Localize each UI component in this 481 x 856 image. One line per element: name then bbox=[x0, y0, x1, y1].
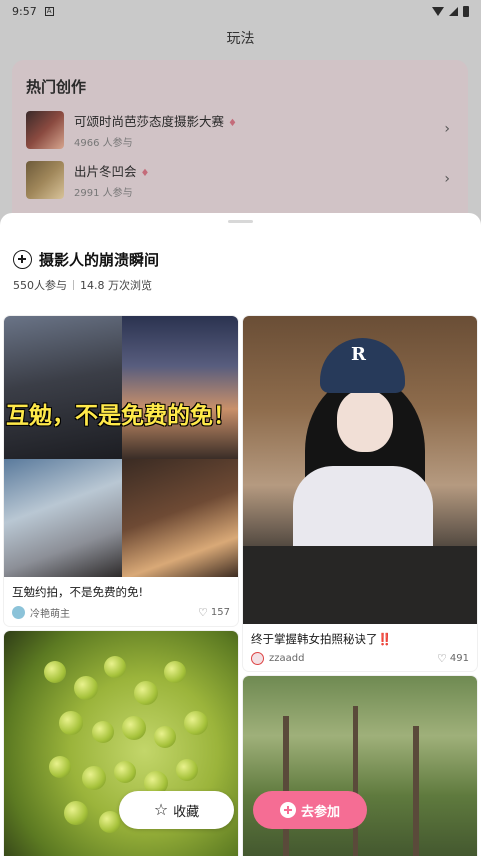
favorite-button[interactable]: ☆ 收藏 bbox=[119, 791, 234, 829]
like-button[interactable]: ♡ 157 bbox=[198, 606, 230, 619]
post-grid: 互勉，不是免费的免！ 互勉约拍，不是免费的免! 冷艳萌主 ♡ 157 R 终于掌… bbox=[4, 316, 477, 856]
wifi-icon bbox=[432, 6, 444, 16]
add-circle-icon bbox=[13, 250, 32, 269]
hot-item-thumbnail bbox=[26, 161, 64, 199]
topic-title: 摄影人的崩溃瞬间 bbox=[39, 251, 160, 269]
post-image: 互勉，不是免费的免！ bbox=[4, 316, 238, 577]
post-image bbox=[243, 676, 477, 856]
join-button[interactable]: 去参加 bbox=[253, 791, 367, 829]
notification-icon: A bbox=[44, 6, 54, 16]
heart-icon: ♡ bbox=[437, 652, 447, 665]
hot-item-count: 2991 人参与 bbox=[74, 188, 133, 199]
post-image: R bbox=[243, 316, 477, 624]
like-count: 491 bbox=[449, 653, 469, 664]
divider bbox=[73, 280, 74, 290]
topic-stats: 550人参与 14.8 万次浏览 bbox=[13, 277, 152, 293]
views-count: 14.8 万次浏览 bbox=[80, 279, 152, 292]
post-card[interactable]: 互勉，不是免费的免！ 互勉约拍，不是免费的免! 冷艳萌主 ♡ 157 bbox=[4, 316, 238, 626]
fire-icon: ♦ bbox=[140, 168, 150, 179]
post-card[interactable]: R 终于掌握韩女拍照秘诀了‼️ zzaadd ♡ 491 bbox=[243, 316, 477, 671]
hot-item[interactable]: 可颂时尚芭莎态度摄影大赛 ♦ 4966 人参与 › bbox=[26, 111, 454, 149]
like-button[interactable]: ♡ 491 bbox=[437, 652, 469, 665]
post-caption: 终于掌握韩女拍照秘诀了‼️ bbox=[251, 632, 392, 646]
topic-bottom-sheet: 摄影人的崩溃瞬间 550人参与 14.8 万次浏览 互勉，不是免费的免！ 互勉约… bbox=[0, 213, 481, 856]
battery-icon bbox=[463, 5, 469, 17]
chevron-right-icon: › bbox=[444, 171, 450, 187]
heart-icon: ♡ bbox=[198, 606, 208, 619]
hot-item[interactable]: 出片冬凹会 ♦ 2991 人参与 › bbox=[26, 161, 454, 199]
status-icons bbox=[432, 5, 469, 17]
page-title: 玩法 bbox=[226, 31, 255, 47]
like-count: 157 bbox=[210, 607, 230, 618]
hot-item-name: 可颂时尚芭莎态度摄影大赛 bbox=[74, 114, 225, 129]
cap-logo-text: R bbox=[351, 344, 366, 365]
author-name: 冷艳萌主 bbox=[30, 609, 70, 620]
post-caption: 互勉约拍，不是免费的免! bbox=[12, 585, 144, 599]
post-meta: 冷艳萌主 ♡ 157 bbox=[4, 603, 238, 622]
fire-icon: ♦ bbox=[228, 118, 237, 129]
chevron-right-icon: › bbox=[444, 121, 450, 137]
hot-item-name: 出片冬凹会 bbox=[74, 164, 137, 179]
avatar[interactable] bbox=[12, 606, 25, 619]
image-overlay-text: 互勉，不是免费的免！ bbox=[6, 403, 236, 429]
topic-header: 摄影人的崩溃瞬间 bbox=[13, 249, 159, 270]
hot-item-count: 4966 人参与 bbox=[74, 138, 133, 149]
post-card[interactable] bbox=[243, 676, 477, 856]
drag-handle[interactable] bbox=[228, 220, 253, 223]
author-name: zzaadd bbox=[269, 653, 305, 664]
avatar[interactable] bbox=[251, 652, 264, 665]
star-icon: ☆ bbox=[153, 800, 169, 819]
status-bar: 9:57 A bbox=[0, 0, 481, 22]
add-circle-icon bbox=[279, 802, 296, 818]
participants-count: 550人参与 bbox=[13, 279, 67, 292]
post-meta: zzaadd ♡ 491 bbox=[243, 650, 477, 667]
favorite-label: 收藏 bbox=[173, 804, 200, 820]
join-label: 去参加 bbox=[300, 804, 340, 820]
hot-creations-heading: 热门创作 bbox=[26, 78, 87, 96]
status-time: 9:57 bbox=[12, 4, 37, 18]
hot-item-thumbnail bbox=[26, 111, 64, 149]
signal-icon bbox=[449, 6, 458, 16]
